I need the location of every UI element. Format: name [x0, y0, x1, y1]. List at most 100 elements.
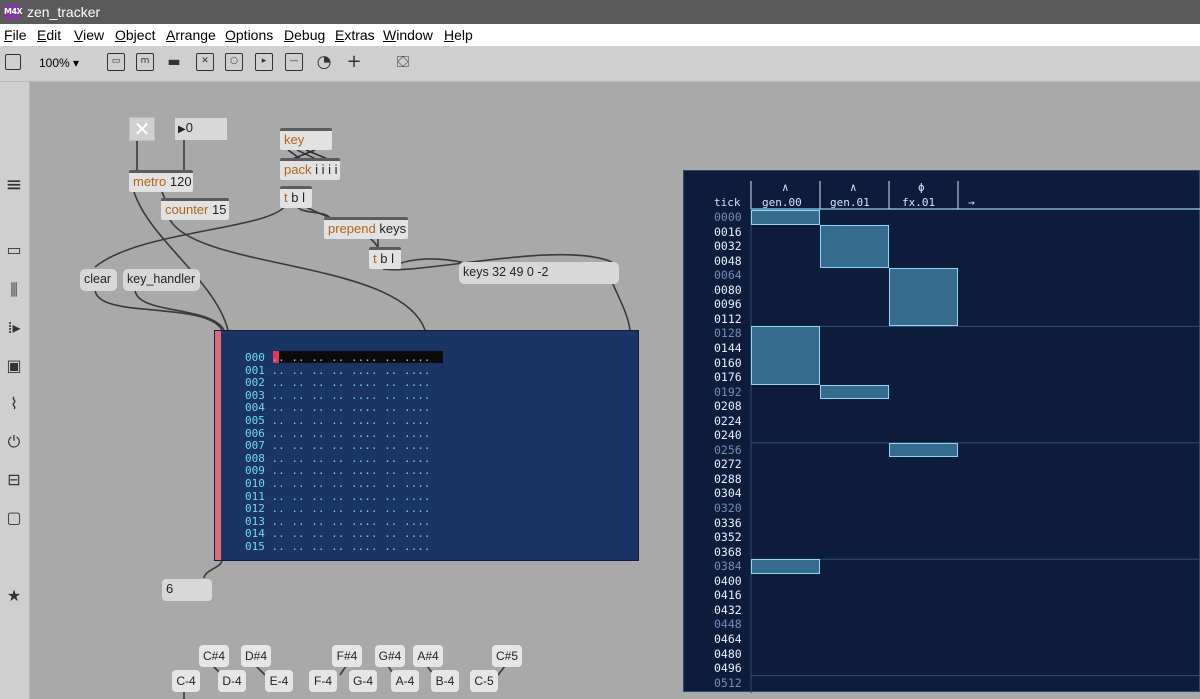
tick-label: 0160 [714, 355, 742, 370]
paperclip-icon[interactable]: ⌇ [4, 394, 24, 414]
key-button-sharp[interactable]: A#4 [413, 645, 443, 667]
tracker-display[interactable]: 000 .. .. .. .. .... .. .... 001 .. .. ..… [214, 330, 639, 561]
tracker-row[interactable]: 014 .. .. .. .. .... .. .... [245, 527, 430, 540]
keys-message[interactable]: keys 32 49 0 -2 [459, 262, 619, 284]
counter-object[interactable]: counter 15 [161, 198, 229, 220]
menu-help[interactable]: Help [444, 27, 473, 43]
toggle-object-icon[interactable]: ✕ [196, 53, 214, 71]
pack-object[interactable]: pack i i i i [280, 158, 340, 180]
timeline-block[interactable] [751, 559, 820, 574]
timeline-block[interactable] [820, 224, 889, 269]
number-box[interactable]: ▶0 [175, 118, 227, 140]
toolbar: 100% ▾ ▭ m ▬ ✕ ○ ▸ — ◔ + ⛋ [0, 46, 1200, 82]
comment-icon[interactable]: ▬ [165, 53, 183, 71]
audio-icon[interactable]: ⫼ [4, 280, 24, 300]
key-button-natural[interactable]: E-4 [265, 670, 293, 692]
tracker-row[interactable]: 000 .. .. .. .. .... .. .... [245, 351, 430, 364]
tick-label: 0448 [714, 617, 742, 632]
tick-label: 0384 [714, 559, 742, 574]
key-button-natural[interactable]: C-4 [172, 670, 200, 692]
menu-view[interactable]: View [74, 27, 104, 43]
key-button-sharp[interactable]: D#4 [241, 645, 271, 667]
tick-label: 0480 [714, 646, 742, 661]
tracker-row[interactable]: 002 .. .. .. .. .... .. .... [245, 376, 430, 389]
timeline-block[interactable] [751, 326, 820, 385]
object-name: t [373, 251, 377, 266]
tracker-row[interactable]: 004 .. .. .. .. .... .. .... [245, 401, 430, 414]
tracker-row[interactable]: 010 .. .. .. .. .... .. .... [245, 477, 430, 490]
trigger-object-2[interactable]: t b l [369, 247, 401, 269]
timeline-block[interactable] [820, 384, 889, 400]
tracker-row[interactable]: 006 .. .. .. .. .... .. .... [245, 427, 430, 440]
tracker-row-number: 002 [245, 376, 265, 390]
button-object-icon[interactable]: ○ [225, 53, 243, 71]
key-button-natural[interactable]: G-4 [349, 670, 377, 692]
key-button-natural[interactable]: A-4 [391, 670, 419, 692]
add-icon[interactable]: + [345, 53, 363, 71]
timeline-block[interactable] [889, 442, 958, 458]
frame-icon[interactable]: ▢ [4, 508, 24, 528]
key-handler-message[interactable]: key_handler [123, 269, 200, 291]
menu-icon[interactable]: ≡ [4, 174, 24, 194]
tracker-row[interactable]: 007 .. .. .. .. .... .. .... [245, 439, 430, 452]
tick-label: 0208 [714, 399, 742, 414]
toggle[interactable]: ✕ [129, 117, 155, 141]
key-button-sharp[interactable]: F#4 [332, 645, 362, 667]
trigger-object-1[interactable]: t b l [280, 186, 312, 208]
plug-icon[interactable]: ⏻ [4, 432, 24, 452]
dial-icon[interactable]: ◔ [315, 53, 333, 71]
number-box-icon[interactable]: ▸ [255, 53, 273, 71]
tracker-row[interactable]: 012 .. .. .. .. .... .. .... [245, 502, 430, 515]
tracker-row-cells: .. .. .. .. .... .. .... [271, 363, 431, 377]
object-arg: b l [291, 190, 305, 205]
snippet-icon[interactable]: ⊟ [4, 470, 24, 490]
tick-label: 0416 [714, 588, 742, 603]
tracker-row[interactable]: 009 .. .. .. .. .... .. .... [245, 464, 430, 477]
tracker-row[interactable]: 003 .. .. .. .. .... .. .... [245, 389, 430, 402]
video-icon[interactable]: ⁞▸ [4, 318, 24, 338]
key-button-sharp[interactable]: C#5 [492, 645, 522, 667]
window-title: zen_tracker [27, 4, 101, 20]
timeline-view[interactable]: tick ∧ gen.00 ∧ gen.01 ϕ fx.01 → 0000 001… [683, 170, 1200, 693]
clear-message[interactable]: clear [80, 269, 117, 291]
zoom-select[interactable]: 100% ▾ [39, 56, 79, 70]
menu-edit[interactable]: Edit [37, 27, 61, 43]
key-button-natural[interactable]: F-4 [309, 670, 337, 692]
tracker-row[interactable]: 008 .. .. .. .. .... .. .... [245, 452, 430, 465]
star-icon[interactable]: ★ [4, 586, 24, 606]
add-track-arrow-icon[interactable]: → [968, 196, 975, 209]
number-box-six[interactable]: 6 [162, 579, 212, 601]
timeline-grid [750, 181, 1200, 693]
menu-options[interactable]: Options [225, 27, 273, 43]
tracker-row[interactable]: 001 .. .. .. .. .... .. .... [245, 364, 430, 377]
key-button-natural[interactable]: D-4 [218, 670, 246, 692]
message-icon[interactable]: m [136, 53, 154, 71]
menu-debug[interactable]: Debug [284, 27, 325, 43]
tracker-row-cells: .. .. .. .. .... .. .... [271, 451, 431, 465]
key-button-sharp[interactable]: G#4 [375, 645, 405, 667]
tracker-row[interactable]: 015 .. .. .. .. .... .. .... [245, 540, 430, 553]
menu-file[interactable]: File [4, 27, 27, 43]
new-object-icon[interactable]: ▭ [107, 53, 125, 71]
track-marker-2: ϕ [918, 181, 925, 194]
key-button-sharp[interactable]: C#4 [199, 645, 229, 667]
key-button-natural[interactable]: C-5 [470, 670, 498, 692]
tracker-row[interactable]: 013 .. .. .. .. .... .. .... [245, 515, 430, 528]
tracker-row[interactable]: 011 .. .. .. .. .... .. .... [245, 490, 430, 503]
slider-icon[interactable]: — [285, 53, 303, 71]
timeline-block[interactable] [751, 210, 820, 225]
prepend-object[interactable]: prepend keys [324, 217, 408, 239]
sidebar-toggle-icon[interactable] [5, 54, 21, 70]
image-icon[interactable]: ▣ [4, 356, 24, 376]
browser-icon[interactable]: ▭ [4, 240, 24, 260]
menu-arrange[interactable]: Arrange [166, 27, 216, 43]
metro-object[interactable]: metro 120 [129, 170, 193, 192]
menu-extras[interactable]: Extras [335, 27, 375, 43]
key-object[interactable]: key [280, 128, 332, 150]
timeline-block[interactable] [889, 268, 958, 327]
key-button-natural[interactable]: B-4 [431, 670, 459, 692]
paint-bucket-icon[interactable]: ⛋ [394, 53, 412, 71]
menu-window[interactable]: Window [383, 27, 433, 43]
menu-object[interactable]: Object [115, 27, 155, 43]
tracker-row[interactable]: 005 .. .. .. .. .... .. .... [245, 414, 430, 427]
